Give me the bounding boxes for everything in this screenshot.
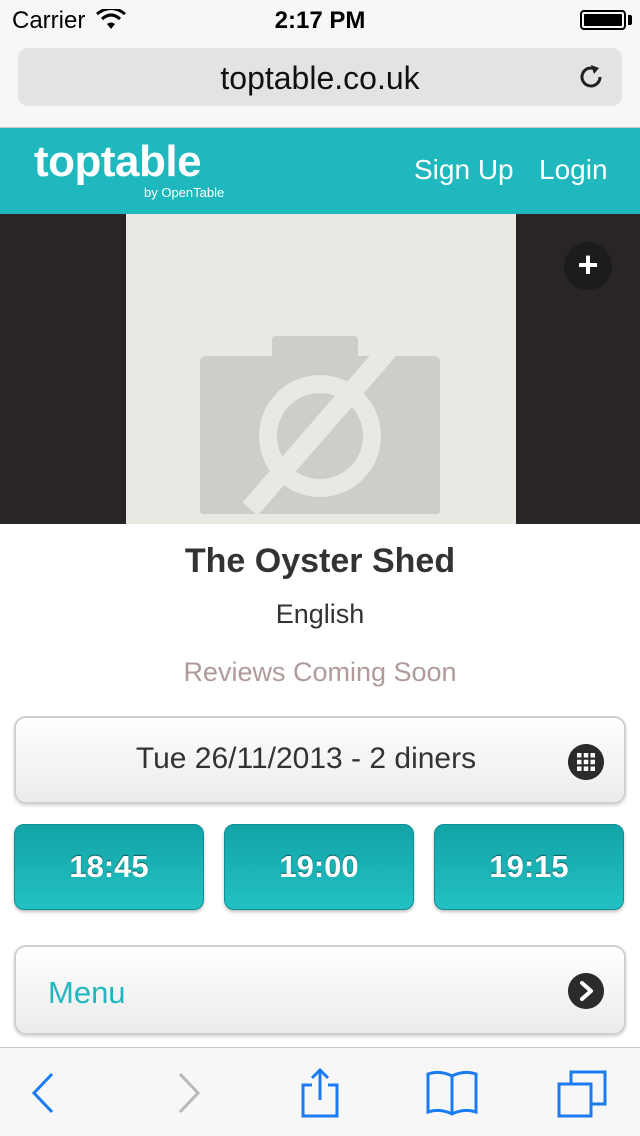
battery-icon — [580, 10, 626, 30]
browser-address-bar: toptable.co.uk — [0, 40, 640, 128]
reviews-status: Reviews Coming Soon — [183, 657, 457, 687]
site-header: toptable by OpenTable Sign Up Login — [0, 128, 640, 214]
photo-placeholder — [126, 214, 516, 524]
menu-link-row[interactable]: Menu — [14, 945, 626, 1035]
chevron-right-icon — [568, 973, 604, 1009]
back-icon[interactable] — [18, 1068, 72, 1118]
logo-subtitle: by OpenTable — [144, 185, 225, 200]
menu-label: Menu — [48, 975, 126, 1010]
signup-link[interactable]: Sign Up — [414, 154, 514, 186]
restaurant-photo-area: + — [0, 214, 640, 524]
date-diners-selector[interactable]: Tue 26/11/2013 - 2 diners — [14, 716, 626, 804]
toptable-logo[interactable]: toptable — [34, 140, 202, 184]
tabs-icon[interactable] — [556, 1068, 610, 1118]
status-bar: Carrier 2:17 PM — [0, 0, 640, 40]
share-icon[interactable] — [293, 1068, 347, 1118]
time-slot-button[interactable]: 19:15 — [434, 824, 624, 910]
time-slot-button[interactable]: 18:45 — [14, 824, 204, 910]
calendar-grid-icon — [568, 744, 604, 780]
login-link[interactable]: Login — [539, 154, 608, 186]
browser-toolbar — [0, 1047, 640, 1136]
url-field[interactable]: toptable.co.uk — [18, 48, 622, 106]
add-photo-button[interactable]: + — [564, 242, 612, 290]
url-text: toptable.co.uk — [220, 60, 420, 96]
restaurant-name: The Oyster Shed — [184, 542, 456, 580]
time-slot-button[interactable]: 19:00 — [224, 824, 414, 910]
reload-icon[interactable] — [576, 62, 606, 92]
clock: 2:17 PM — [274, 7, 366, 34]
forward-icon[interactable] — [160, 1068, 214, 1118]
date-diners-text: Tue 26/11/2013 - 2 diners — [135, 742, 477, 775]
battery-tip — [628, 15, 632, 25]
camera-placeholder-icon — [200, 336, 440, 514]
bookmarks-icon[interactable] — [425, 1068, 479, 1118]
restaurant-cuisine: English — [275, 599, 365, 629]
